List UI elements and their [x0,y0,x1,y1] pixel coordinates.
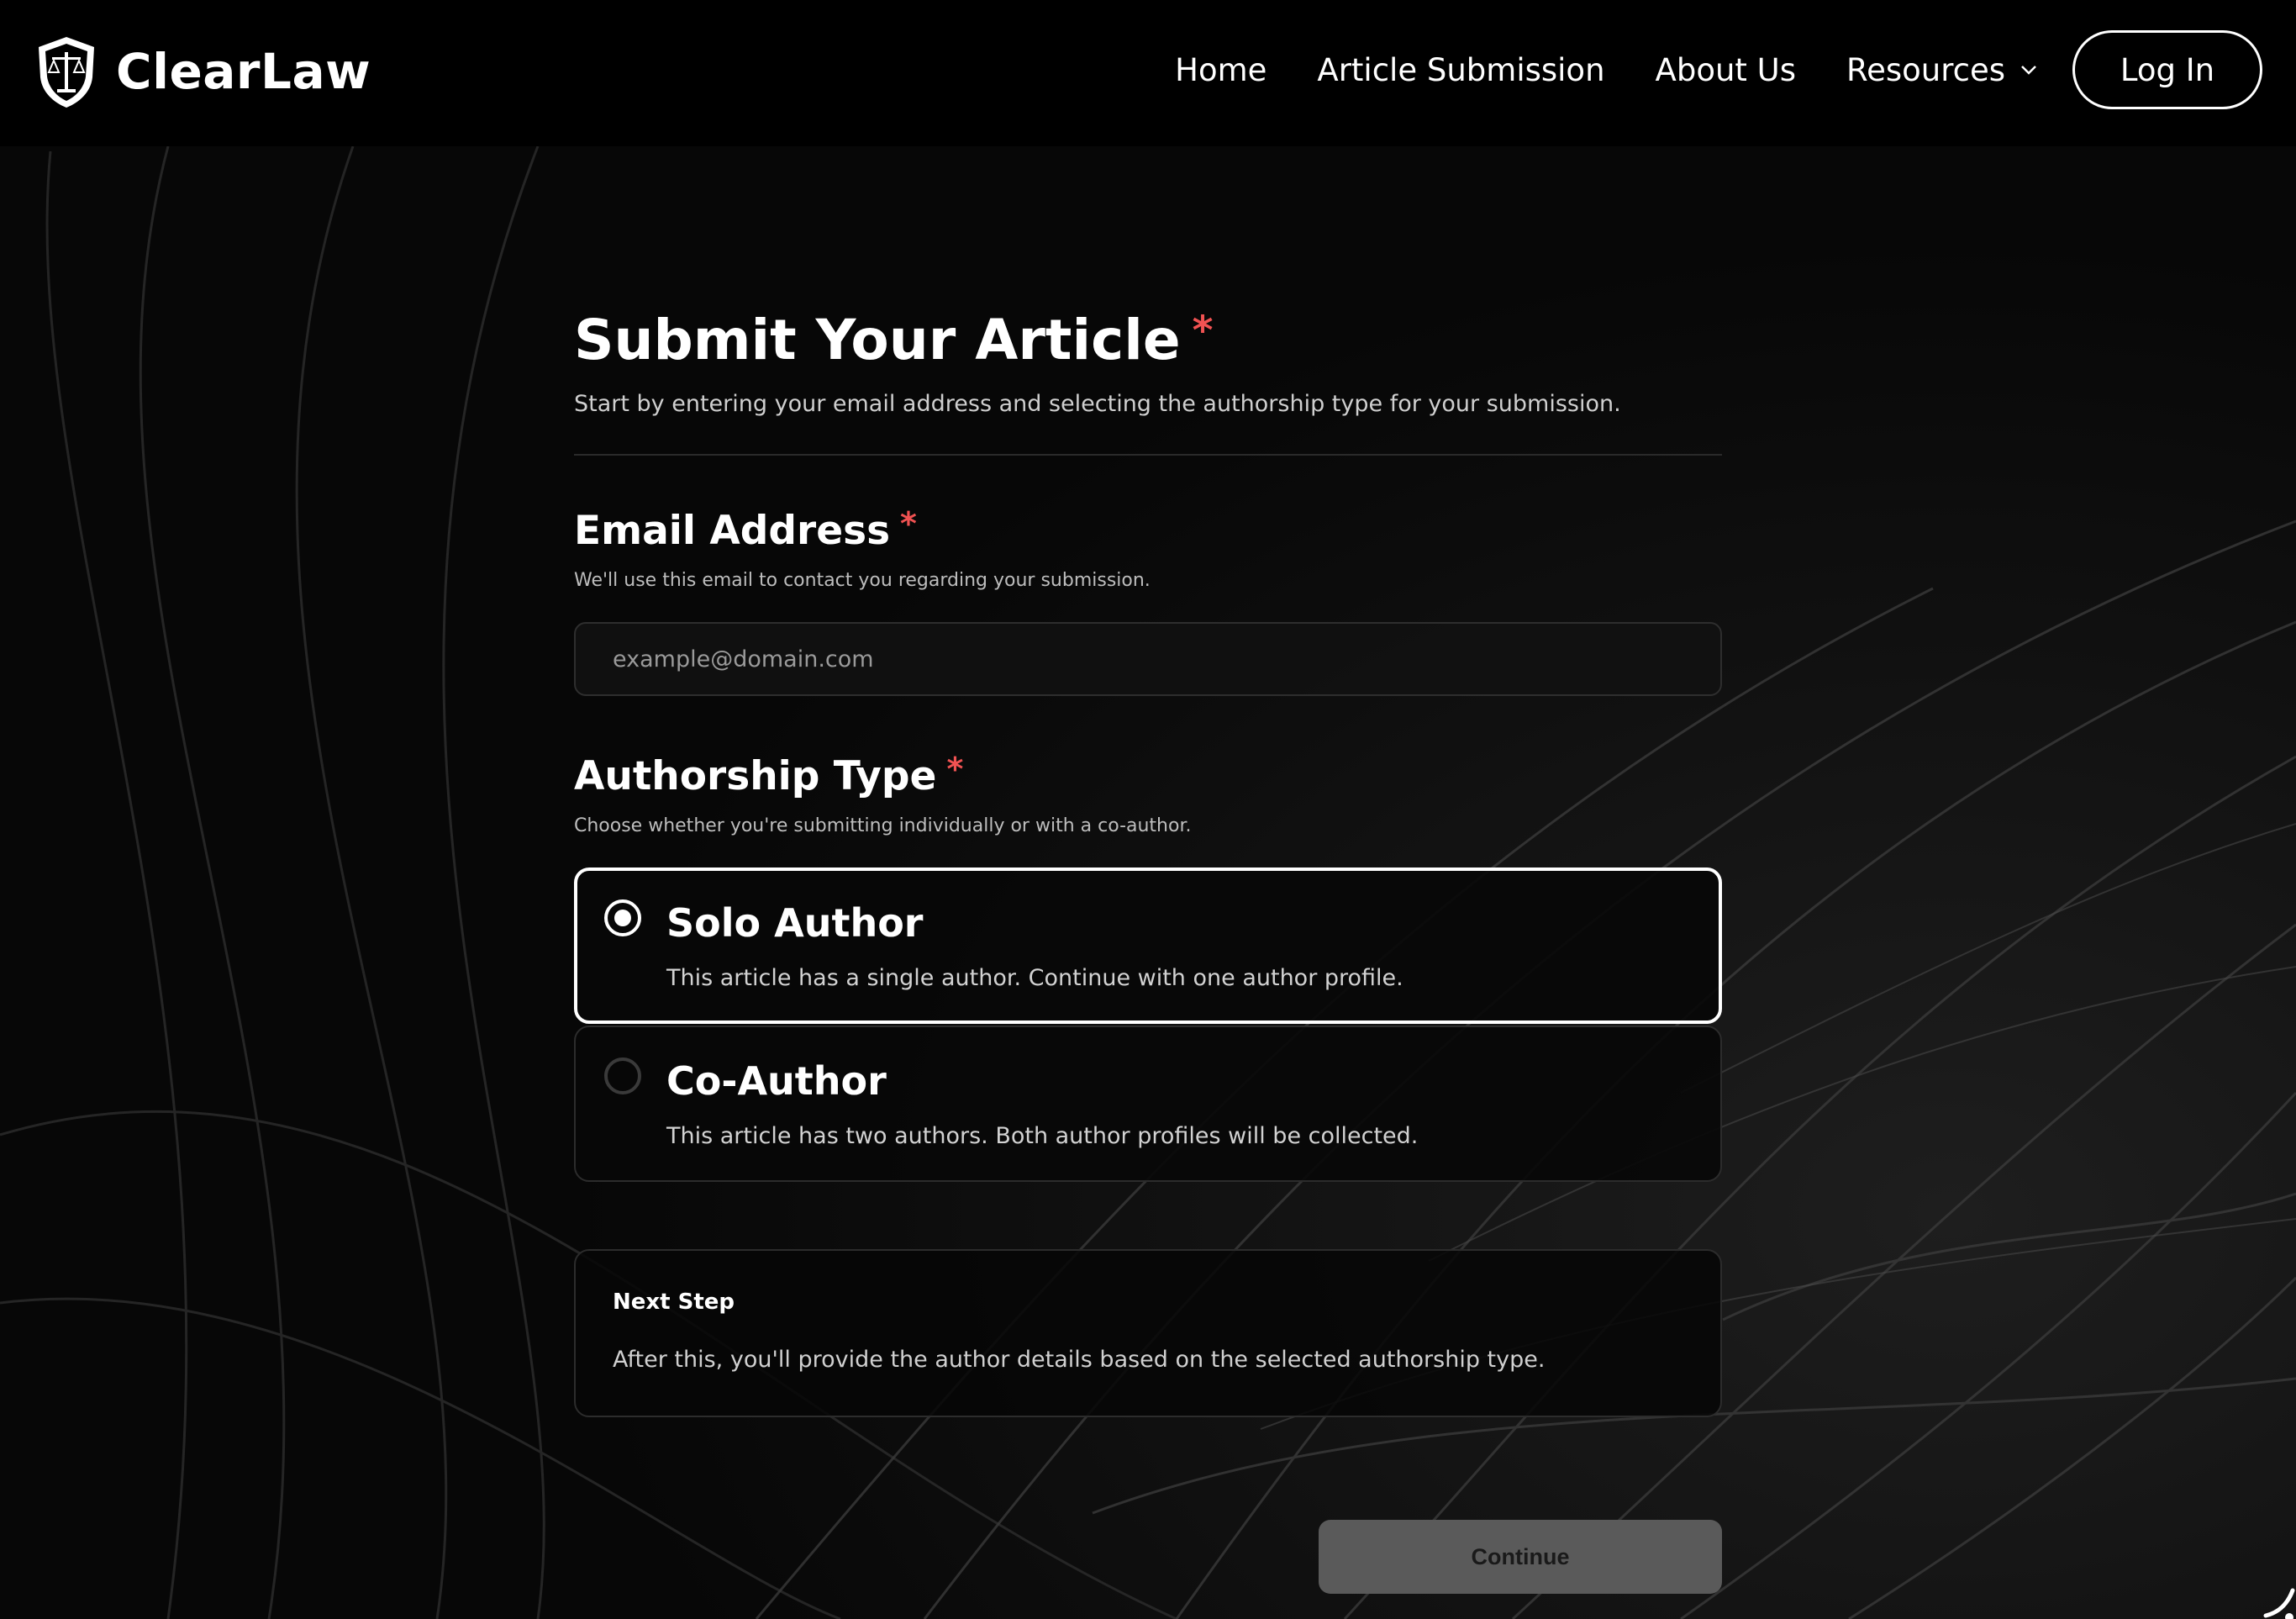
required-indicator: * [900,505,917,542]
radio-selected-icon[interactable] [604,899,641,936]
email-label: Email Address * [574,506,1722,556]
form-actions: Continue [574,1520,1722,1594]
nav-resources-label: Resources [1846,51,2005,88]
next-step-text: After this, you'll provide the author de… [613,1347,1546,1373]
main-nav: Home Article Submission About Us Resourc… [1175,29,2262,111]
authorship-label-text: Authorship Type [574,753,937,799]
brand[interactable]: ClearLaw [34,34,371,109]
page-title: Submit Your Article * [574,303,1722,378]
next-step-box: Next Step After this, you'll provide the… [574,1249,1722,1417]
page-title-text: Submit Your Article [574,308,1181,372]
option-co-author[interactable]: Co-Author This article has two authors. … [574,1026,1722,1182]
page: ClearLaw Home Article Submission About U… [0,0,2296,1619]
option-description: This article has a single author. Contin… [666,965,1403,991]
top-navbar: ClearLaw Home Article Submission About U… [0,0,2296,146]
nav-resources[interactable]: Resources [1846,52,2039,88]
divider [574,454,1722,456]
nav-article-submission[interactable]: Article Submission [1317,52,1604,88]
option-description: This article has two authors. Both autho… [666,1123,1419,1149]
radio-dot [614,910,631,926]
required-indicator: * [1192,308,1214,354]
option-solo-author[interactable]: Solo Author This article has a single au… [574,868,1722,1024]
nav-home[interactable]: Home [1175,52,1266,88]
authorship-label: Authorship Type * [574,751,1722,802]
submission-form: Submit Your Article * Start by entering … [574,303,1722,1594]
next-step-title: Next Step [613,1289,735,1315]
scales-shield-icon [39,37,94,108]
continue-button[interactable]: Continue [1319,1520,1722,1594]
option-title: Co-Author [666,1058,887,1104]
page-subtitle: Start by entering your email address and… [574,391,1621,417]
authorship-options: Solo Author This article has a single au… [574,868,1722,1182]
required-indicator: * [946,751,964,788]
nav-about-us[interactable]: About Us [1656,52,1797,88]
authorship-help-text: Choose whether you're submitting individ… [574,815,1192,836]
option-title: Solo Author [666,900,924,946]
resize-handle-icon[interactable] [2256,1579,2296,1619]
email-input[interactable] [574,622,1722,696]
chevron-down-icon [2021,66,2036,75]
login-button[interactable]: Log In [2072,30,2262,109]
email-help-text: We'll use this email to contact you rega… [574,570,1151,591]
brand-name: ClearLaw [116,43,371,100]
radio-unselected-icon[interactable] [604,1057,641,1094]
email-label-text: Email Address [574,508,891,554]
